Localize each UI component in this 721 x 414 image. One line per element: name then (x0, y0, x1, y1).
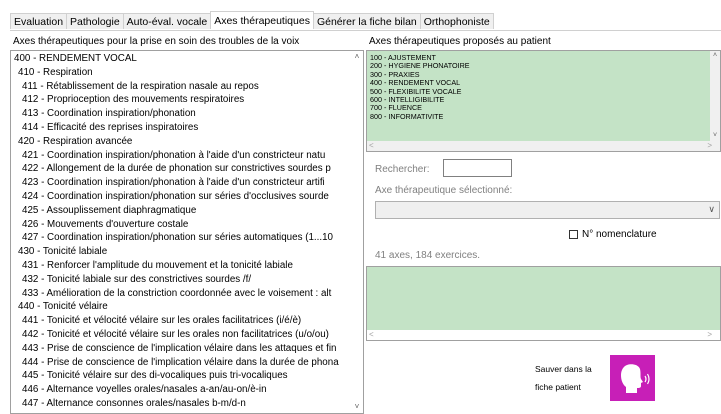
save-to-patient-button[interactable] (610, 355, 655, 401)
tab-2[interactable]: Auto-éval. vocale (122, 13, 212, 29)
axes-list-items: 400 - RENDEMENT VOCAL 410 - Respiration 41… (14, 52, 349, 411)
list-item[interactable]: 441 - Tonicité et vélocité vélaire sur l… (14, 314, 349, 328)
list-item[interactable]: 426 - Mouvements d'ouverture costale (14, 218, 349, 232)
save-label-line2: fiche patient (535, 382, 581, 392)
list-item[interactable]: 421 - Coordination inspiration/phonation… (14, 149, 349, 163)
list-item[interactable]: 425 - Assouplissement diaphragmatique (14, 204, 349, 218)
list-item[interactable]: 420 - Respiration avancée (14, 135, 349, 149)
proposed-axes-list[interactable]: 100 - AJUSTEMENT 200 - HYGIENE PHONATOIRE… (366, 50, 721, 152)
scroll-right-icon[interactable]: > (707, 141, 712, 151)
list-item[interactable]: 413 - Coordination inspiration/phonation (14, 107, 349, 121)
list-item[interactable]: 400 - RENDEMENT VOCAL (14, 52, 349, 66)
list-item[interactable]: 433 - Amélioration de la constriction co… (14, 287, 349, 301)
list-item[interactable]: 432 - Tonicité labiale sur des constrict… (14, 273, 349, 287)
tab-bar: Evaluation Pathologie Auto-éval. vocale Axe… (0, 0, 721, 31)
exercises-hscroll[interactable]: < > (367, 330, 720, 340)
list-item[interactable]: 447 - Alternance consonnes orales/nasale… (14, 397, 349, 411)
list-item[interactable]: 431 - Renforcer l'amplitude du mouvement… (14, 259, 349, 273)
scroll-down-icon[interactable]: ˅ (351, 402, 363, 412)
selected-axis-label: Axe thérapeutique sélectionné: (375, 185, 513, 196)
list-item[interactable]: 445 - Tonicité vélaire sur des di-vocali… (14, 369, 349, 383)
scroll-left-icon[interactable]: < (369, 141, 374, 151)
list-item[interactable]: 410 - Respiration (14, 66, 349, 80)
exercises-list[interactable]: < > (366, 266, 721, 341)
proposed-axes-items: 100 - AJUSTEMENT 200 - HYGIENE PHONATOIRE… (370, 53, 470, 121)
list-item[interactable]: 422 - Allongement de la durée de phonati… (14, 162, 349, 176)
right-panel-title: Axes thérapeutiques proposés au patient (369, 36, 551, 47)
nomenclature-checkbox[interactable] (569, 230, 578, 239)
list-item[interactable]: 442 - Tonicité et vélocité vélaire sur l… (14, 328, 349, 342)
nomenclature-label: N° nomenclature (582, 229, 657, 240)
proposed-axes-vscroll[interactable]: ˄ ˅ (710, 51, 720, 141)
list-item[interactable]: 430 - Tonicité labiale (14, 245, 349, 259)
left-panel-title: Axes thérapeutiques pour la prise en soi… (13, 36, 300, 47)
list-item[interactable]: 424 - Coordination inspiration/phonation… (14, 190, 349, 204)
list-item[interactable]: 411 - Rétablissement de la respiration n… (14, 80, 349, 94)
list-item[interactable]: 412 - Proprioception des mouvements resp… (14, 93, 349, 107)
selected-axis-dropdown[interactable]: ∨ (375, 201, 720, 219)
list-item[interactable]: 446 - Alternance voyelles orales/nasales… (14, 383, 349, 397)
tab-1[interactable]: Pathologie (66, 13, 124, 29)
scroll-right-icon[interactable]: > (707, 330, 712, 340)
list-item[interactable]: 440 - Tonicité vélaire (14, 300, 349, 314)
tab-strip: Evaluation Pathologie Auto-éval. vocale Axe… (10, 11, 494, 30)
search-input[interactable] (443, 159, 512, 177)
scroll-left-icon[interactable]: < (369, 330, 374, 340)
list-item[interactable]: 444 - Prise de conscience de l'implicati… (14, 356, 349, 370)
tab-3[interactable]: Axes thérapeutiques (210, 11, 314, 29)
speaking-head-icon (621, 364, 650, 393)
proposed-axes-hscroll[interactable]: < > (367, 141, 720, 151)
scroll-up-icon[interactable]: ˄ (351, 52, 363, 62)
tab-0[interactable]: Evaluation (10, 13, 68, 29)
tab-4[interactable]: Générer la fiche bilan (312, 13, 421, 29)
save-label-line1: Sauver dans la (535, 364, 592, 374)
list-item[interactable]: 427 - Coordination inspiration/phonation… (14, 231, 349, 245)
scroll-up-icon[interactable]: ˄ (710, 51, 720, 61)
axes-list[interactable]: 400 - RENDEMENT VOCAL 410 - Respiration 41… (10, 50, 364, 414)
chevron-down-icon[interactable]: ∨ (708, 204, 715, 215)
count-text: 41 axes, 184 exercices. (375, 250, 481, 261)
list-item[interactable]: 423 - Coordination inspiration/phonation… (14, 176, 349, 190)
search-label: Rechercher: (375, 164, 430, 175)
scroll-down-icon[interactable]: ˅ (710, 131, 720, 141)
tab-5[interactable]: Orthophoniste (419, 13, 494, 29)
list-item[interactable]: 414 - Efficacité des reprises inspiratoi… (14, 121, 349, 135)
axes-list-scrollbar[interactable]: ˄ ˅ (351, 51, 363, 413)
list-item[interactable]: 800 - INFORMATIVITE (370, 112, 470, 121)
list-item[interactable]: 443 - Prise de conscience de l'implicati… (14, 342, 349, 356)
